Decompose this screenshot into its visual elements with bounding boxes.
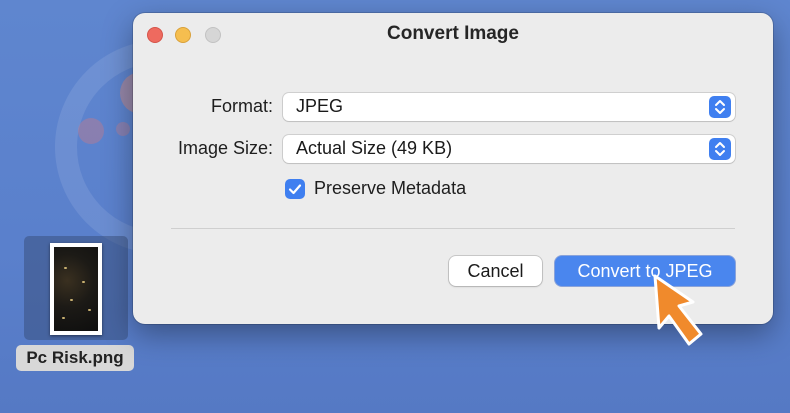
watermark-dot	[116, 122, 130, 136]
image-size-select[interactable]: Actual Size (49 KB)	[283, 135, 735, 163]
preserve-metadata-checkbox[interactable]	[285, 179, 305, 199]
divider	[171, 228, 735, 229]
format-stepper-icon[interactable]	[709, 96, 731, 118]
cancel-button[interactable]: Cancel	[449, 256, 542, 286]
image-size-value: Actual Size (49 KB)	[296, 138, 453, 158]
format-label: Format:	[210, 96, 273, 116]
watermark-dot	[78, 118, 104, 144]
file-thumbnail-image	[54, 247, 98, 331]
pointer-arrow-icon	[653, 274, 703, 346]
dialog-title: Convert Image	[387, 23, 519, 44]
title-bar: Convert Image	[133, 13, 773, 55]
preserve-metadata-label[interactable]: Preserve Metadata	[314, 178, 466, 199]
format-value: JPEG	[296, 96, 344, 116]
checkmark-icon	[288, 184, 302, 195]
file-thumbnail[interactable]	[50, 243, 102, 335]
image-size-stepper-icon[interactable]	[709, 138, 731, 160]
image-size-label: Image Size:	[177, 138, 273, 158]
file-name-label[interactable]: Pc Risk.png	[16, 345, 134, 371]
format-select[interactable]: JPEG	[283, 93, 735, 121]
